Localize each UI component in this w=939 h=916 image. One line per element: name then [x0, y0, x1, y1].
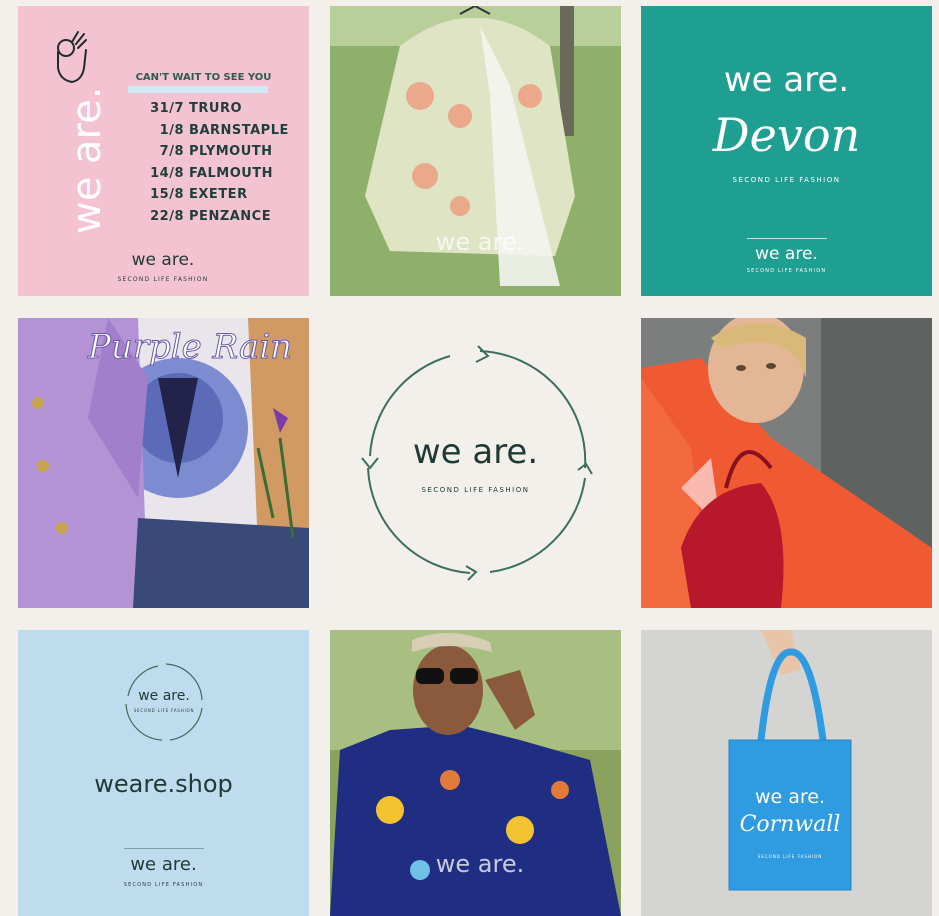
tour-date-row: 22/8 PENZANCE: [150, 208, 272, 224]
tour-date-row: 1/8 BARNSTAPLE: [159, 122, 289, 138]
tour-date-list: 31/7 TRURO 1/8 BARNSTAPLE 7/8 PLYMOUTH 1…: [148, 98, 298, 227]
tour-date-row: 14/8 FALMOUTH: [150, 165, 274, 181]
purple-rain-tee-flatlay-photo[interactable]: Purple Rain: [18, 318, 309, 608]
center-brand-logo-tile[interactable]: we are. SECOND LIFE FASHION: [330, 318, 621, 608]
center-brand-wordmark: we are.: [412, 432, 539, 472]
devon-brand-sub: SECOND LIFE FASHION: [746, 268, 827, 274]
tote-tagline: SECOND LIFE FASHION: [757, 854, 823, 859]
tour-date-row: 15/8 EXETER: [150, 187, 248, 202]
devon-brand-wordmark: we are.: [723, 60, 850, 100]
shop-brand-sub: SECOND LIFE FASHION: [123, 882, 204, 888]
devon-tagline: SECOND LIFE FASHION: [732, 176, 841, 184]
vertical-brand-text: we are.: [66, 87, 106, 234]
divider: [747, 238, 827, 239]
devon-brand-small: we are.: [755, 244, 818, 264]
svg-text:Purple Rain: Purple Rain: [87, 327, 292, 367]
center-brand-tagline: SECOND LIFE FASHION: [421, 486, 530, 494]
photo-watermark: we are.: [435, 850, 525, 878]
tote-region-title: Cornwall: [739, 812, 841, 837]
devon-region-title: Devon: [712, 108, 861, 162]
brand-logo: we are. SECOND LIFE FASHION: [117, 250, 209, 283]
weare-shop-tile[interactable]: we are. SECOND LIFE FASHION weare.shop w…: [18, 630, 309, 916]
tour-date-row: 7/8 PLYMOUTH: [159, 144, 273, 159]
blue-tote-bag-photo[interactable]: we are. Cornwall SECOND LIFE FASHION: [641, 630, 932, 916]
tour-date-row: 31/7 TRURO: [150, 101, 243, 116]
mini-logo-tagline: SECOND LIFE FASHION: [133, 708, 195, 713]
man-sunglasses-floral-shirt-photo[interactable]: we are.: [330, 630, 621, 916]
photo-watermark: we are.: [435, 228, 525, 256]
tour-dates-tile[interactable]: we are. CAN'T WAIT TO SEE YOU 31/7 TRURO…: [18, 6, 309, 296]
vertical-brand-wordmark: we are.: [64, 66, 110, 236]
floral-lace-blouse-photo[interactable]: we are.: [330, 6, 621, 296]
woman-orange-sweater-red-bag-photo[interactable]: [641, 318, 932, 608]
tote-brand-wordmark: we are.: [754, 786, 826, 808]
devon-tile[interactable]: we are. Devon SECOND LIFE FASHION we are…: [641, 6, 932, 296]
tour-heading: CAN'T WAIT TO SEE YOU: [135, 72, 272, 83]
shop-url-link[interactable]: weare.shop: [18, 770, 309, 798]
shop-brand-small: we are.: [130, 854, 197, 875]
mini-logo-wordmark: we are.: [138, 688, 190, 704]
divider: [124, 848, 204, 849]
